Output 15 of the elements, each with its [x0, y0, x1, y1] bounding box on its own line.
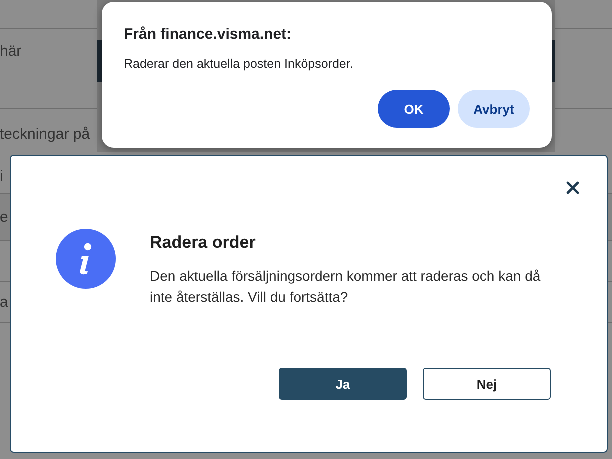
dialog-message: Raderar den aktuella posten Inköpsorder. [124, 57, 354, 71]
page-text: teckningar på [0, 126, 90, 142]
cancel-button[interactable]: Avbryt [458, 90, 530, 128]
no-button[interactable]: Nej [423, 368, 551, 400]
dialog-title: Från finance.visma.net: [124, 26, 293, 43]
modal-title: Radera order [150, 233, 257, 253]
close-icon[interactable] [565, 180, 581, 196]
ok-button[interactable]: OK [378, 90, 450, 128]
page-text: a [0, 294, 8, 310]
modal-message: Den aktuella försäljningsordern kommer att raderas och kan då inte återställas. Vill du fortsätta? [150, 267, 542, 307]
page-text: här [0, 43, 22, 60]
yes-button[interactable]: Ja [279, 368, 407, 400]
page-text: e [0, 208, 8, 226]
info-icon [56, 229, 116, 289]
page-text: i [0, 168, 4, 184]
